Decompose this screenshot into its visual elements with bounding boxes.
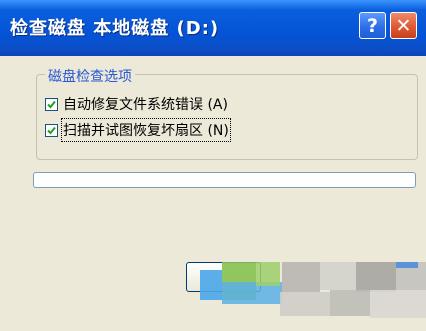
check-disk-dialog: 检查磁盘 本地磁盘 (D:) ? ✕ 磁盘检查选项 自动修复文件系统错误 (A)…: [0, 0, 426, 331]
watermark-overlay: [200, 262, 426, 318]
